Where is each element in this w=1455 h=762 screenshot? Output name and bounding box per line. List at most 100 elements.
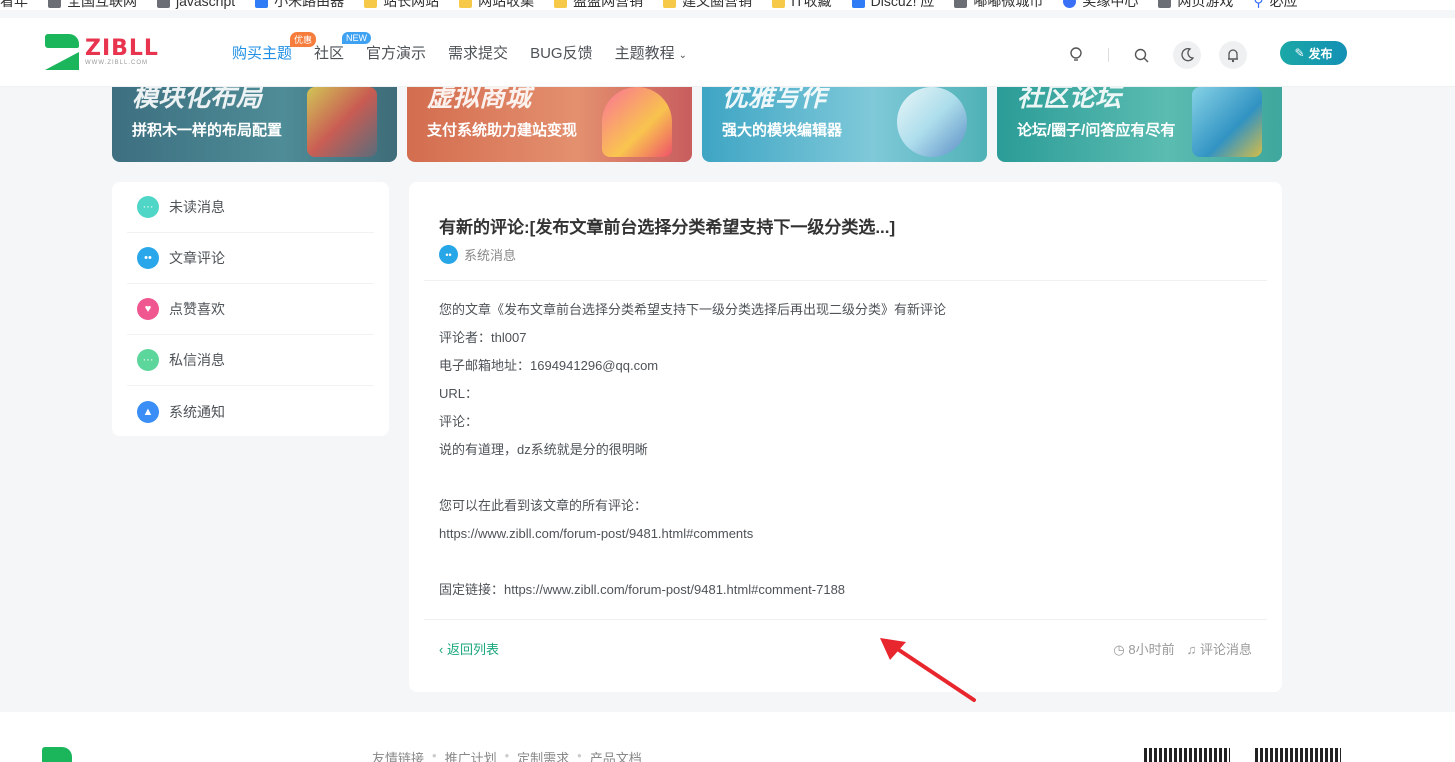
header-actions [1062,41,1247,69]
footer-logo-icon [42,747,72,762]
sidebar-item-system[interactable]: ▲ 系统通知 [127,386,374,437]
bookmark-item[interactable]: 全国互联网 [48,0,157,10]
bookmark-item[interactable]: 建文圈营销 [663,0,772,10]
body-line [439,548,1259,576]
search-icon[interactable] [1127,41,1155,69]
doc-icon [48,0,61,8]
banner-forum[interactable]: 社区论坛 论坛/圈子/问答应有尽有 [997,87,1282,162]
nav-item-request[interactable]: 需求提交 [448,42,508,63]
footer-link[interactable]: 友情链接 [372,748,424,762]
body-line: 您可以在此看到该文章的所有评论： [439,498,648,513]
body-line: URL： [439,386,479,401]
folder-icon [554,0,568,8]
bell-icon: ♫ [1186,642,1200,657]
message-type: ♫ 评论消息 [1186,642,1252,657]
bookmark-item[interactable]: 网页游戏 [1158,0,1253,10]
bookmark-item[interactable]: 网站收集 [459,0,554,10]
bookmark-item[interactable]: 盈盈网营销 [554,0,663,10]
site-header: ZIBLL WWW.ZIBLL.COM 购买主题 优惠 社区 NEW 官方演示 … [0,18,1455,87]
divider [1108,48,1109,62]
qr-code-icon [1144,748,1230,762]
message-sidebar: ··· 未读消息 •• 文章评论 ♥ 点赞喜欢 ··· 私信消息 ▲ 系统通知 [112,182,389,436]
banner-illustration [307,87,377,157]
folder-icon [663,0,677,8]
bell-icon: ▲ [137,400,159,423]
chevron-down-icon: ⌄ [678,50,687,61]
nav-item-community[interactable]: 社区 NEW [314,32,372,63]
nav-item-demo[interactable]: 官方演示 [366,42,426,63]
message-body: 您的文章《发布文章前台选择分类希望支持下一级分类选择后再出现二级分类》有新评论 … [439,296,1259,604]
body-line: 电子邮箱地址：1694941296@qq.com [439,358,659,373]
sidebar-item-unread[interactable]: ··· 未读消息 [127,182,374,233]
message-title: 有新的评论:[发布文章前台选择分类希望支持下一级分类选...] [439,218,896,237]
footer-links: 友情链接 • 推广计划 • 定制需求 • 产品文档 [372,748,642,762]
nav-item-tutorial[interactable]: 主题教程 ⌄ [615,42,687,63]
moon-icon[interactable] [1173,41,1201,69]
footer-link[interactable]: 定制需求 [517,748,569,762]
doc-icon [954,0,968,8]
pencil-icon: ✎ [1294,46,1305,60]
bookmarks-bar: 看年 全国互联网 javascript 小米路由器 站长网站 网站收集 盈盈网营… [0,0,1455,10]
clock-icon: ◷ [1113,642,1129,657]
banner-layout[interactable]: 模块化布局 拼积木一样的布局配置 [112,87,397,162]
red-arrow-annotation [880,638,976,702]
unread-message-icon: ··· [137,196,159,218]
divider [424,619,1267,620]
bookmark-item[interactable]: IT收藏 [772,0,851,10]
qr-code-icon [1255,748,1341,762]
message-card: 有新的评论:[发布文章前台选择分类希望支持下一级分类选...] •• 系统消息 … [409,182,1282,692]
app-icon [255,0,269,8]
logo-mark-icon [45,34,79,70]
search-icon: ⚲ [1253,0,1264,9]
banner-writing[interactable]: 优雅写作 强大的模块编辑器 [702,87,987,162]
bookmark-item[interactable]: 嘟嘟微城市 [954,0,1063,10]
footer-link[interactable]: 推广计划 [445,748,497,762]
comment-icon: •• [137,247,159,269]
banner-illustration [897,87,967,157]
bookmark-item[interactable]: ⚲ 必应 [1253,0,1317,10]
bookmark-item[interactable]: 奖缘中心 [1063,0,1158,10]
sidebar-item-likes[interactable]: ♥ 点赞喜欢 [127,284,374,335]
bookmark-item[interactable]: 站长网站 [364,0,459,10]
lightbulb-icon[interactable] [1062,41,1090,69]
bookmark-item[interactable]: javascript [157,0,255,9]
body-line: 说的有道理，dz系统就是分的很明晰 [439,442,648,457]
comments-link[interactable]: https://www.zibll.com/forum-post/9481.ht… [439,520,1259,548]
sidebar-item-private[interactable]: ··· 私信消息 [127,335,374,386]
footer-link[interactable]: 产品文档 [590,748,642,762]
folder-icon [459,0,473,8]
bookmark-item[interactable]: 小米路由器 [255,0,364,10]
circle-icon [1063,0,1077,8]
separator: • [504,748,510,762]
logo-text: ZIBLL [85,36,159,61]
publish-button[interactable]: ✎ 发布 [1280,41,1347,65]
message-time: ◷ 8小时前 [1113,642,1175,657]
system-message-icon: •• [439,245,458,264]
bookmark-item[interactable]: Discuz! 应 [851,0,955,10]
body-line: 评论者：thl007 [439,330,527,345]
nav-item-bug[interactable]: BUG反馈 [530,42,593,63]
bookmark-item[interactable]: 看年 [0,0,48,10]
nav-item-buy-theme[interactable]: 购买主题 优惠 [232,32,317,63]
permalink-line[interactable]: 固定链接：https://www.zibll.com/forum-post/94… [439,576,1259,604]
banner-shop[interactable]: 虚拟商城 支付系统助力建站变现 [407,87,692,162]
logo-subtext: WWW.ZIBLL.COM [85,60,148,66]
main-nav: 购买主题 优惠 社区 NEW 官方演示 需求提交 BUG反馈 主题教程 ⌄ [232,32,709,63]
separator: • [577,748,582,762]
bell-icon[interactable] [1219,41,1247,69]
separator: • [432,748,437,762]
doc-icon [157,0,170,8]
sidebar-item-comments[interactable]: •• 文章评论 [127,233,374,284]
body-line [439,464,1259,492]
app-icon [851,0,865,8]
site-logo[interactable]: ZIBLL WWW.ZIBLL.COM [45,34,159,70]
chat-icon: ··· [137,349,159,371]
banner-illustration [1192,87,1262,157]
back-to-list-link[interactable]: ‹ 返回列表 [439,639,499,658]
divider [424,280,1267,281]
body-line: 评论： [439,414,479,429]
feature-banners: 模块化布局 拼积木一样的布局配置 虚拟商城 支付系统助力建站变现 优雅写作 强大… [112,87,1282,162]
banner-illustration [602,87,672,157]
body-line: 您的文章《发布文章前台选择分类希望支持下一级分类选择后再出现二级分类》有新评论 [439,302,947,317]
heart-icon: ♥ [137,298,159,320]
